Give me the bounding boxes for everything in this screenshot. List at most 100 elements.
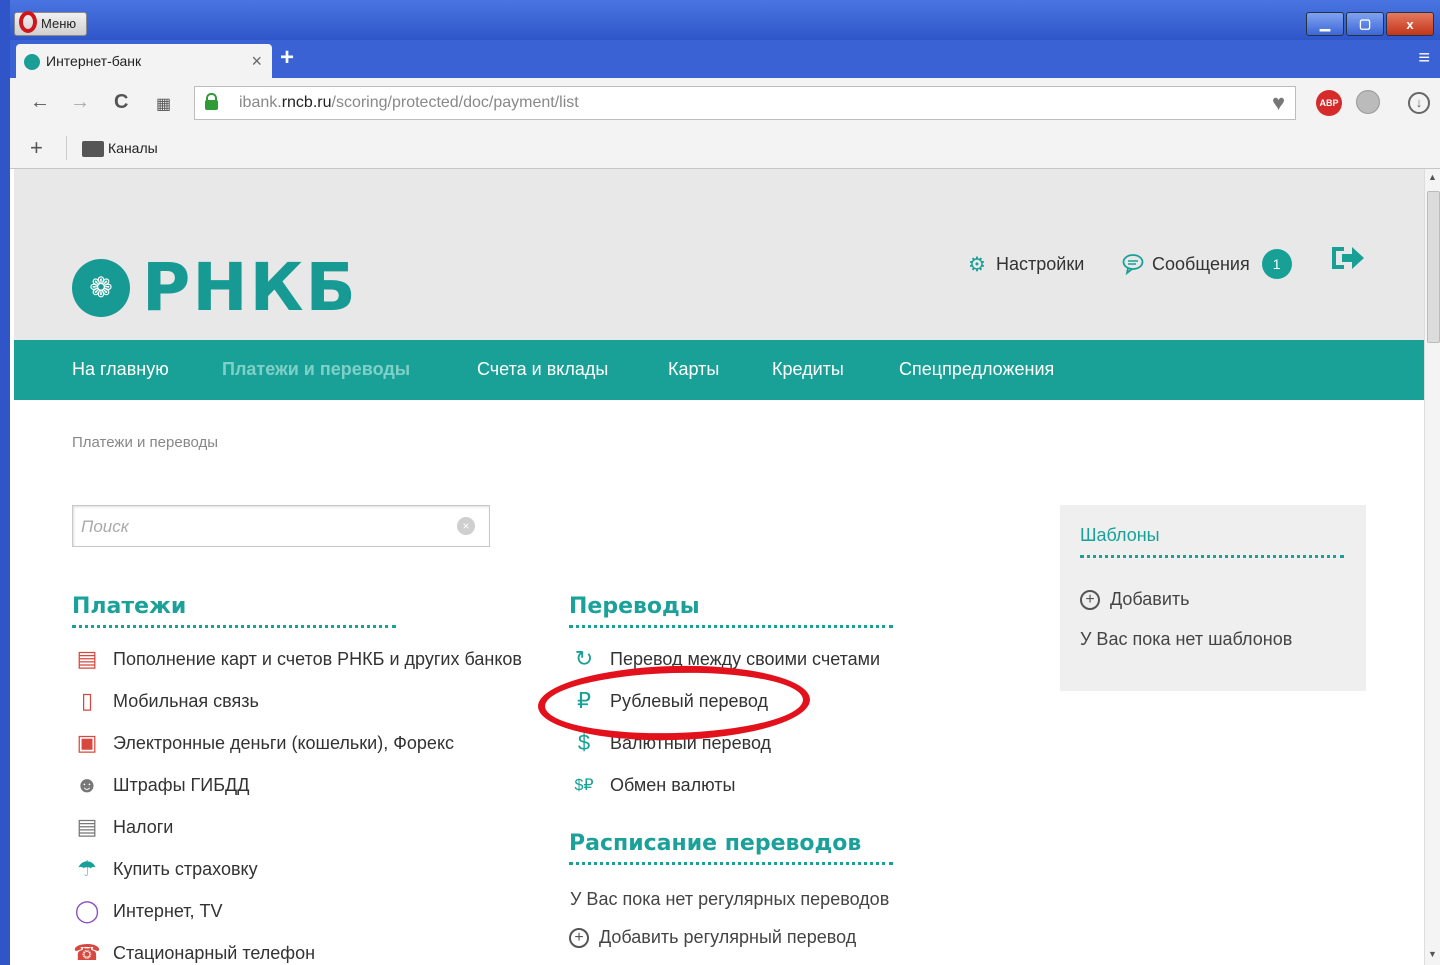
site-header: ❁ РНКБ ⚙ Настройки Сообщения 1: [14, 169, 1424, 340]
logout-icon[interactable]: [1328, 241, 1368, 275]
list-item-label: Электронные деньги (кошельки), Форекс: [113, 732, 455, 753]
add-template-label: Добавить: [1110, 589, 1190, 609]
list-item-label: Купить страховку: [113, 858, 258, 879]
download-icon[interactable]: ↓: [1408, 92, 1430, 114]
templates-empty-text: У Вас пока нет шаблонов: [1080, 629, 1293, 649]
url-path: /scoring/protected/doc/payment/list: [331, 94, 579, 111]
speed-dial-icon[interactable]: ▦: [156, 94, 171, 114]
list-item[interactable]: ▯ Мобильная связь: [72, 680, 522, 722]
minimize-button[interactable]: ▁: [1306, 12, 1344, 36]
circular-arrows-icon: ↻: [574, 646, 594, 671]
plus-circle-icon: +: [1080, 589, 1100, 610]
add-template-button[interactable]: + Добавить: [1080, 589, 1190, 610]
adblock-plus-icon[interactable]: ABP: [1316, 90, 1342, 116]
list-item[interactable]: ▣ Электронные деньги (кошельки), Форекс: [72, 722, 522, 764]
plus-circle-icon: +: [569, 927, 589, 948]
list-item-label: Налоги: [113, 816, 174, 837]
templates-divider: [1080, 555, 1344, 558]
search-input[interactable]: [79, 512, 453, 542]
list-item[interactable]: ◯ Интернет, TV: [72, 890, 522, 932]
list-item-label: Пополнение карт и счетов РНКБ и других б…: [113, 648, 522, 669]
opera-menu-button[interactable]: Меню: [14, 11, 88, 36]
add-bookmark-icon[interactable]: +: [30, 135, 43, 161]
schedule-heading: Расписание переводов: [569, 831, 862, 856]
gear-icon: ⚙: [968, 253, 986, 276]
currency-exchange-icon: $₽: [574, 777, 594, 794]
transfers-divider: [569, 625, 893, 628]
add-regular-transfer-label: Добавить регулярный перевод: [599, 927, 857, 947]
bank-favicon-icon: [24, 54, 40, 70]
add-regular-transfer-button[interactable]: + Добавить регулярный перевод: [569, 927, 856, 948]
mobile-phone-icon: ▯: [80, 688, 94, 713]
folder-icon: [82, 141, 104, 157]
settings-label: Настройки: [996, 253, 1085, 274]
wallet-icon: ▣: [76, 730, 98, 755]
payments-heading: Платежи: [72, 594, 187, 619]
chat-bubble-icon: [1122, 253, 1144, 275]
reload-icon[interactable]: C: [114, 91, 128, 114]
scroll-down-arrow-icon[interactable]: ▼: [1428, 949, 1437, 959]
bookmark-folder-channels[interactable]: Каналы: [108, 140, 158, 156]
browser-tab[interactable]: Интернет-банк ×: [16, 44, 272, 78]
landline-phone-icon: ☎: [73, 940, 101, 965]
search-box: ×: [72, 505, 490, 547]
scroll-thumb[interactable]: [1427, 191, 1440, 343]
schedule-divider: [569, 862, 893, 865]
tab-menu-icon[interactable]: ≡: [1418, 47, 1430, 70]
secure-lock-icon: [205, 93, 218, 110]
forward-arrow-icon[interactable]: →: [70, 91, 90, 114]
griffin-logo-icon: ❁: [72, 258, 130, 317]
nav-payments[interactable]: Платежи и переводы: [222, 359, 410, 380]
scroll-up-arrow-icon[interactable]: ▲: [1428, 172, 1437, 182]
opera-menu-label: Меню: [41, 16, 77, 31]
maximize-button[interactable]: ▢: [1346, 12, 1384, 36]
window-controls: ▁ ▢ x: [1306, 12, 1434, 36]
messages-link[interactable]: Сообщения 1: [1122, 249, 1292, 279]
bookmark-heart-icon[interactable]: ♥: [1272, 90, 1285, 116]
templates-heading: Шаблоны: [1080, 525, 1160, 545]
back-arrow-icon[interactable]: ←: [30, 91, 50, 114]
opera-logo-icon: [19, 11, 37, 33]
list-item[interactable]: ▤ Пополнение карт и счетов РНКБ и других …: [72, 638, 522, 680]
card-stack-icon: ▤: [76, 646, 98, 671]
list-item[interactable]: ☻ Штрафы ГИБДД: [72, 764, 522, 806]
tab-close-icon[interactable]: ×: [251, 51, 262, 72]
tab-bar: Интернет-банк × + ≡: [10, 40, 1440, 78]
umbrella-icon: ☂: [77, 856, 97, 881]
bookmark-separator: [66, 136, 67, 160]
list-item[interactable]: ▤ Налоги: [72, 806, 522, 848]
address-toolbar: ← → C ▦ ibank.rncb.ru/scoring/protected/…: [10, 78, 1440, 128]
page-scrollbar[interactable]: ▲ ▼: [1424, 169, 1440, 965]
payments-divider: [72, 625, 396, 628]
list-item[interactable]: ☎ Стационарный телефон: [72, 932, 522, 965]
messages-label: Сообщения: [1152, 253, 1250, 274]
logo-text: РНКБ: [142, 249, 358, 326]
new-tab-button[interactable]: +: [280, 44, 294, 72]
list-item[interactable]: ☂ Купить страховку: [72, 848, 522, 890]
tax-document-icon: ▤: [76, 814, 98, 839]
bank-logo[interactable]: ❁ РНКБ: [72, 249, 358, 326]
nav-offers[interactable]: Спецпредложения: [899, 359, 1054, 380]
url-domain: rncb.ru: [281, 94, 332, 111]
schedule-empty-text: У Вас пока нет регулярных переводов: [570, 889, 890, 909]
url-text[interactable]: ibank.rncb.ru/scoring/protected/doc/paym…: [239, 94, 579, 112]
list-item-label: Стационарный телефон: [113, 942, 316, 963]
tab-title: Интернет-банк: [46, 53, 142, 69]
nav-credits[interactable]: Кредиты: [772, 359, 844, 380]
close-window-button[interactable]: x: [1386, 12, 1434, 36]
nav-accounts[interactable]: Счета и вклады: [477, 359, 608, 380]
nav-home[interactable]: На главную: [72, 359, 169, 380]
nav-cards[interactable]: Карты: [668, 359, 719, 380]
address-bar[interactable]: ibank.rncb.ru/scoring/protected/doc/paym…: [194, 86, 1296, 120]
list-item-label: Мобильная связь: [113, 690, 259, 711]
payments-list: ▤ Пополнение карт и счетов РНКБ и других …: [72, 638, 522, 965]
list-item-label: Интернет, TV: [113, 900, 223, 921]
clear-search-icon[interactable]: ×: [457, 517, 475, 535]
breadcrumb[interactable]: Платежи и переводы: [72, 434, 218, 451]
settings-link[interactable]: ⚙ Настройки: [966, 253, 1085, 276]
vpn-globe-icon[interactable]: [1356, 90, 1380, 114]
templates-panel: Шаблоны + Добавить У Вас пока нет шаблон…: [1060, 505, 1366, 691]
transfers-heading: Переводы: [569, 594, 700, 619]
list-item[interactable]: $₽ Обмен валюты: [569, 764, 880, 806]
police-officer-icon: ☻: [75, 772, 99, 797]
